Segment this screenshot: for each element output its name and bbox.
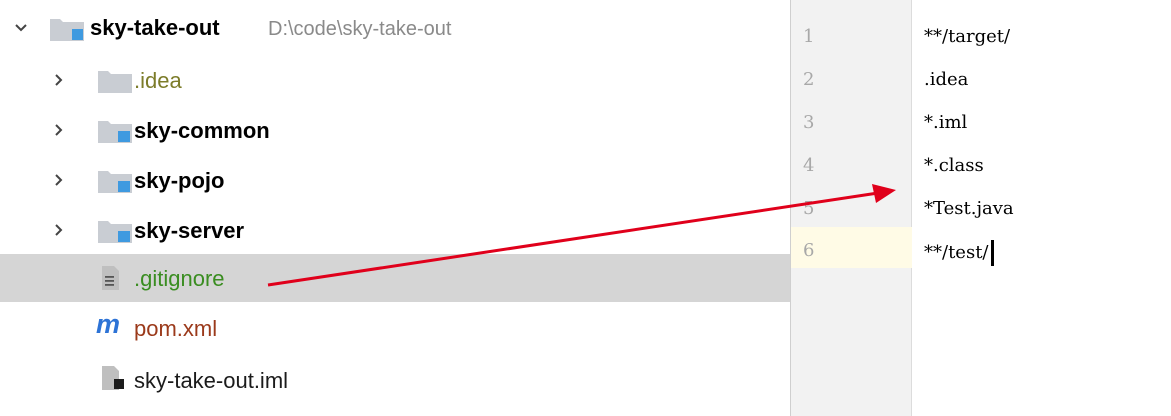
tree-root-row[interactable]: sky-take-out D:\code\sky-take-out <box>0 4 790 52</box>
line-number: 5 <box>803 198 815 219</box>
line-number: 3 <box>803 112 815 133</box>
module-file-icon <box>100 365 134 391</box>
line-number: 1 <box>803 26 815 47</box>
tree-item-label: sky-pojo <box>134 168 225 193</box>
tree-item-gitignore[interactable]: .gitignore <box>0 254 790 302</box>
code-line: **/target/ <box>924 26 1011 47</box>
tree-item-sky-common[interactable]: sky-common <box>0 106 790 154</box>
line-number: 6 <box>803 240 815 261</box>
tree-item-pom-xml[interactable]: m pom.xml <box>0 304 790 352</box>
folder-icon <box>98 67 132 93</box>
tree-item-label: sky-common <box>134 118 270 143</box>
code-line: .idea <box>924 69 969 90</box>
tree-item-label: sky-take-out.iml <box>134 368 289 393</box>
code-area[interactable]: **/target/ .idea *.iml *.class *Test.jav… <box>912 0 1100 416</box>
editor-pane: 1 2 3 4 5 6 **/target/ .idea *.iml *.cla… <box>790 0 1171 416</box>
line-number: 2 <box>803 69 815 90</box>
root-project-path: D:\code\sky-take-out <box>268 18 452 40</box>
line-number: 4 <box>803 155 815 176</box>
code-line-text: **/test/ <box>924 242 989 263</box>
root-project-name: sky-take-out <box>90 15 220 40</box>
chevron-down-icon[interactable] <box>14 21 28 35</box>
code-line: *.class <box>924 155 984 176</box>
code-line-current: **/test/ <box>924 240 994 266</box>
chevron-right-icon[interactable] <box>52 123 66 137</box>
module-folder-icon <box>98 117 132 143</box>
line-number-gutter: 1 2 3 4 5 6 <box>791 0 1101 416</box>
svg-text:m: m <box>96 312 120 338</box>
text-file-icon <box>100 265 134 291</box>
tree-item-label: .gitignore <box>134 266 225 291</box>
code-line: *Test.java <box>924 198 1014 219</box>
code-line: *.iml <box>924 112 968 133</box>
module-folder-icon <box>50 15 84 41</box>
tree-item-label: .idea <box>134 68 182 93</box>
tree-item-label: pom.xml <box>134 316 218 341</box>
chevron-right-icon[interactable] <box>52 73 66 87</box>
editor-right-margin <box>1100 0 1171 416</box>
module-folder-icon <box>98 167 132 193</box>
tree-item-iml[interactable]: sky-take-out.iml <box>0 356 790 404</box>
tree-item-idea[interactable]: .idea <box>0 56 790 104</box>
maven-icon: m <box>96 309 130 339</box>
chevron-right-icon[interactable] <box>52 223 66 237</box>
tree-item-label: sky-server <box>134 218 245 243</box>
module-folder-icon <box>98 217 132 243</box>
tree-item-sky-server[interactable]: sky-server <box>0 206 790 254</box>
project-tree: sky-take-out D:\code\sky-take-out .idea … <box>0 0 790 416</box>
text-caret <box>990 240 994 266</box>
tree-item-sky-pojo[interactable]: sky-pojo <box>0 156 790 204</box>
chevron-right-icon[interactable] <box>52 173 66 187</box>
